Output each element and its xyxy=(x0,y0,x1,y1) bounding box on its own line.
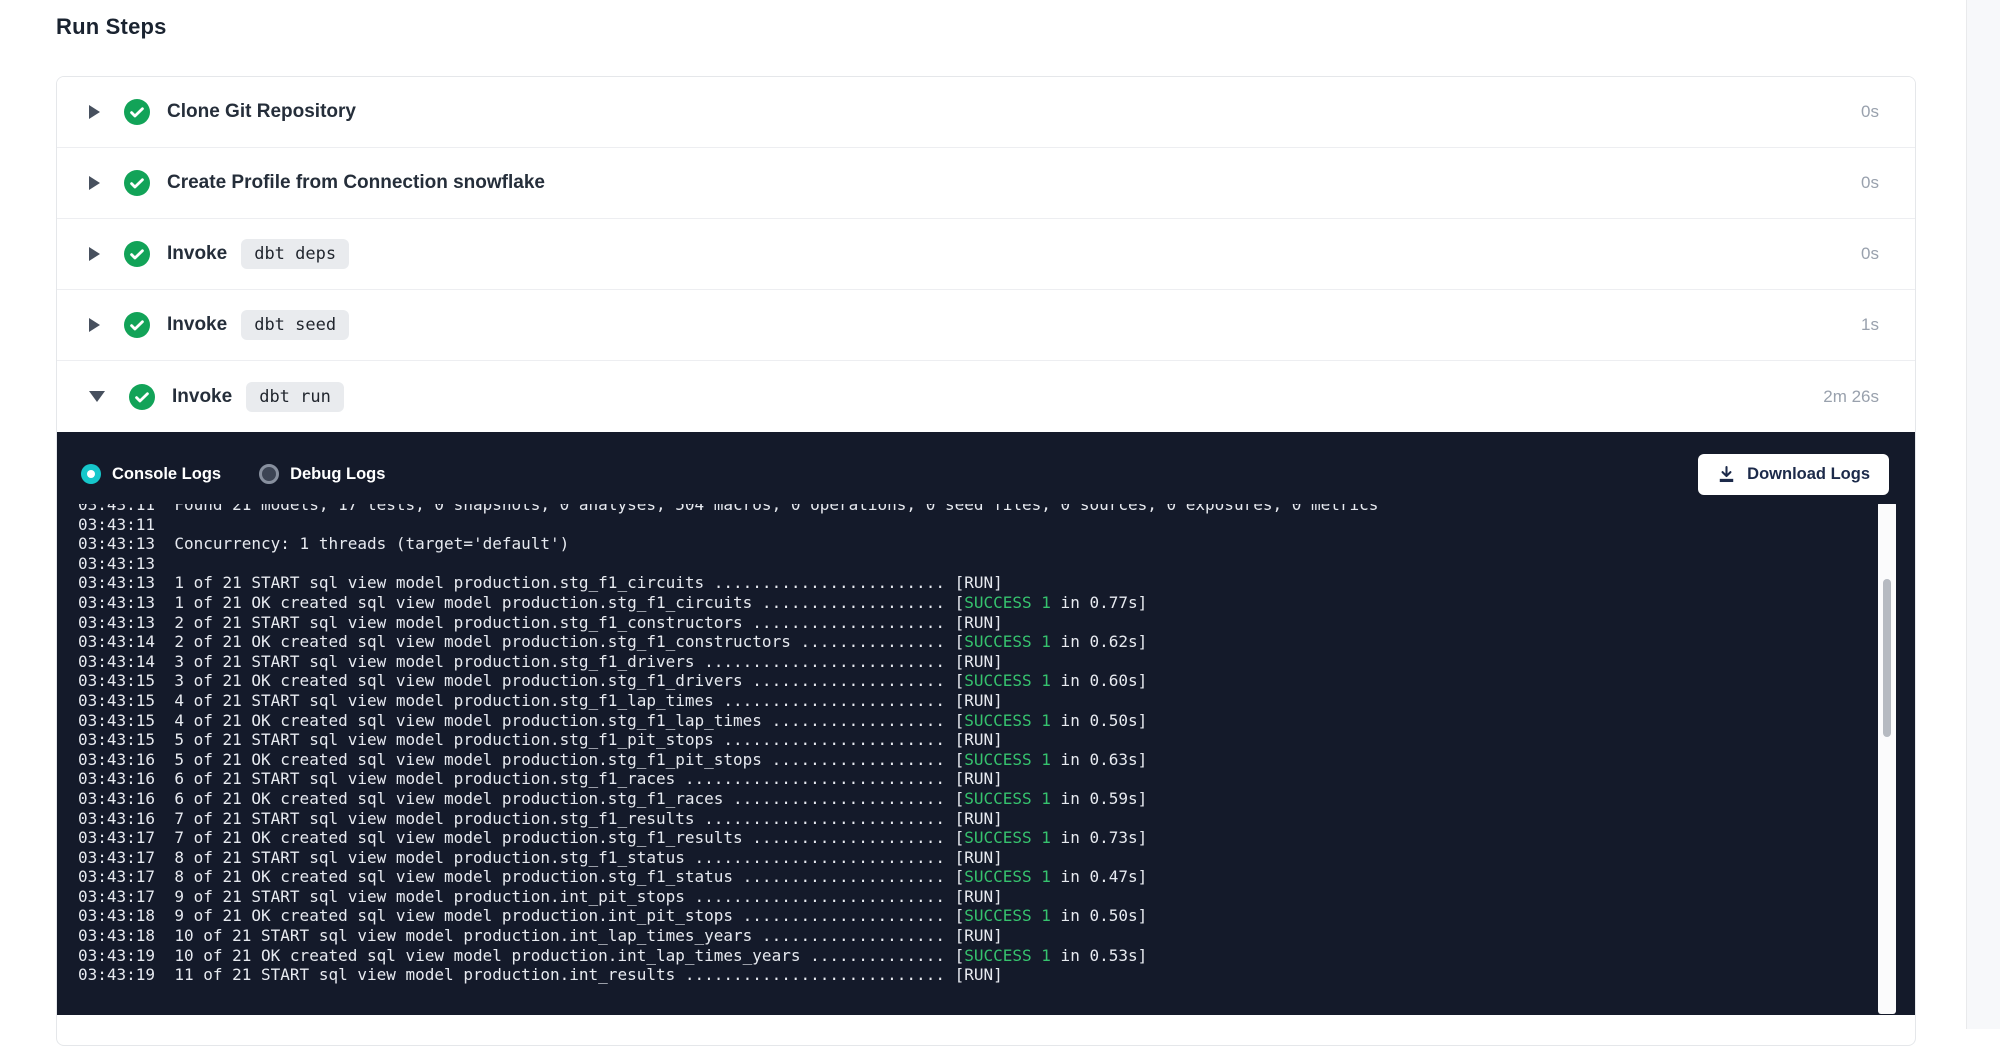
step-duration: 0s xyxy=(1861,244,1879,264)
log-line: 03:43:19 11 of 21 START sql view model p… xyxy=(78,965,1915,985)
step-row-create-profile-snowflake[interactable]: Create Profile from Connection snowflake… xyxy=(57,148,1915,219)
chevron-right-icon[interactable] xyxy=(89,318,100,332)
log-line: 03:43:15 4 of 21 OK created sql view mod… xyxy=(78,711,1915,731)
step-duration: 0s xyxy=(1861,102,1879,122)
log-viewport[interactable]: 03:43:11 Found 21 models, 17 tests, 0 sn… xyxy=(57,504,1915,1015)
log-line: 03:43:16 6 of 21 OK created sql view mod… xyxy=(78,789,1915,809)
log-line: 03:43:16 6 of 21 START sql view model pr… xyxy=(78,769,1915,789)
step-duration: 0s xyxy=(1861,173,1879,193)
log-line: 03:43:15 5 of 21 START sql view model pr… xyxy=(78,730,1915,750)
log-line: 03:43:13 1 of 21 OK created sql view mod… xyxy=(78,593,1915,613)
steps-list: Clone Git Repository0sCreate Profile fro… xyxy=(57,77,1915,432)
debug-logs-radio[interactable]: Debug Logs xyxy=(259,464,385,484)
step-duration: 2m 26s xyxy=(1823,387,1879,407)
run-steps-card: Clone Git Repository0sCreate Profile fro… xyxy=(56,76,1916,1046)
log-line: 03:43:17 8 of 21 OK created sql view mod… xyxy=(78,867,1915,887)
log-line: 03:43:13 xyxy=(78,554,1915,574)
log-line: 03:43:19 10 of 21 OK created sql view mo… xyxy=(78,946,1915,966)
log-line: 03:43:14 3 of 21 START sql view model pr… xyxy=(78,652,1915,672)
console-logs-label: Console Logs xyxy=(112,465,221,484)
page-right-gutter xyxy=(1966,0,2000,1029)
log-panel-header: Console Logs Debug Logs Download Logs xyxy=(57,432,1915,504)
step-label: Clone Git Repository xyxy=(167,101,356,123)
step-label: Invoke xyxy=(172,386,232,408)
chevron-down-icon[interactable] xyxy=(89,391,105,402)
log-line: 03:43:13 Concurrency: 1 threads (target=… xyxy=(78,534,1915,554)
step-command-badge: dbt seed xyxy=(241,310,349,340)
radio-unselected-icon[interactable] xyxy=(259,464,279,484)
log-line: 03:43:15 3 of 21 OK created sql view mod… xyxy=(78,671,1915,691)
log-line: 03:43:15 4 of 21 START sql view model pr… xyxy=(78,691,1915,711)
log-line: 03:43:13 1 of 21 START sql view model pr… xyxy=(78,573,1915,593)
console-logs-radio[interactable]: Console Logs xyxy=(81,464,221,484)
log-line: 03:43:18 10 of 21 START sql view model p… xyxy=(78,926,1915,946)
success-check-icon xyxy=(124,241,150,267)
chevron-right-icon[interactable] xyxy=(89,105,100,119)
step-command-badge: dbt deps xyxy=(241,239,349,269)
step-row-clone-git-repository[interactable]: Clone Git Repository 0s xyxy=(57,77,1915,148)
log-lines: 03:43:11 Found 21 models, 17 tests, 0 sn… xyxy=(78,504,1915,985)
step-row-invoke-dbt-deps[interactable]: Invoke dbt deps 0s xyxy=(57,219,1915,290)
log-line: 03:43:13 2 of 21 START sql view model pr… xyxy=(78,613,1915,633)
run-steps-page: Run Steps Clone Git Repository0sCreate P… xyxy=(56,14,1916,1046)
log-line: 03:43:16 5 of 21 OK created sql view mod… xyxy=(78,750,1915,770)
step-label: Invoke xyxy=(167,314,227,336)
radio-selected-icon[interactable] xyxy=(81,464,101,484)
success-check-icon xyxy=(124,170,150,196)
dbt-run-log-panel: Console Logs Debug Logs Download Logs xyxy=(57,432,1915,1015)
log-line: 03:43:17 9 of 21 START sql view model pr… xyxy=(78,887,1915,907)
log-scrollbar[interactable] xyxy=(1878,504,1896,1014)
step-label: Create Profile from Connection snowflake xyxy=(167,172,545,194)
debug-logs-label: Debug Logs xyxy=(290,465,385,484)
success-check-icon xyxy=(124,312,150,338)
success-check-icon xyxy=(129,384,155,410)
step-command-badge: dbt run xyxy=(246,382,344,412)
log-line: 03:43:16 7 of 21 START sql view model pr… xyxy=(78,809,1915,829)
log-line: 03:43:17 8 of 21 START sql view model pr… xyxy=(78,848,1915,868)
download-icon xyxy=(1717,465,1736,484)
log-line: 03:43:18 9 of 21 OK created sql view mod… xyxy=(78,906,1915,926)
log-line: 03:43:14 2 of 21 OK created sql view mod… xyxy=(78,632,1915,652)
chevron-right-icon[interactable] xyxy=(89,176,100,190)
step-label: Invoke xyxy=(167,243,227,265)
log-line: 03:43:11 Found 21 models, 17 tests, 0 sn… xyxy=(78,504,1915,515)
chevron-right-icon[interactable] xyxy=(89,247,100,261)
step-duration: 1s xyxy=(1861,315,1879,335)
page-title: Run Steps xyxy=(56,14,1916,40)
download-logs-button[interactable]: Download Logs xyxy=(1698,454,1889,495)
step-row-invoke-dbt-run[interactable]: Invoke dbt run 2m 26s xyxy=(57,361,1915,432)
log-scrollbar-thumb[interactable] xyxy=(1883,579,1891,737)
success-check-icon xyxy=(124,99,150,125)
step-row-invoke-dbt-seed[interactable]: Invoke dbt seed 1s xyxy=(57,290,1915,361)
download-logs-label: Download Logs xyxy=(1747,465,1870,484)
log-line: 03:43:11 xyxy=(78,515,1915,535)
log-line: 03:43:17 7 of 21 OK created sql view mod… xyxy=(78,828,1915,848)
